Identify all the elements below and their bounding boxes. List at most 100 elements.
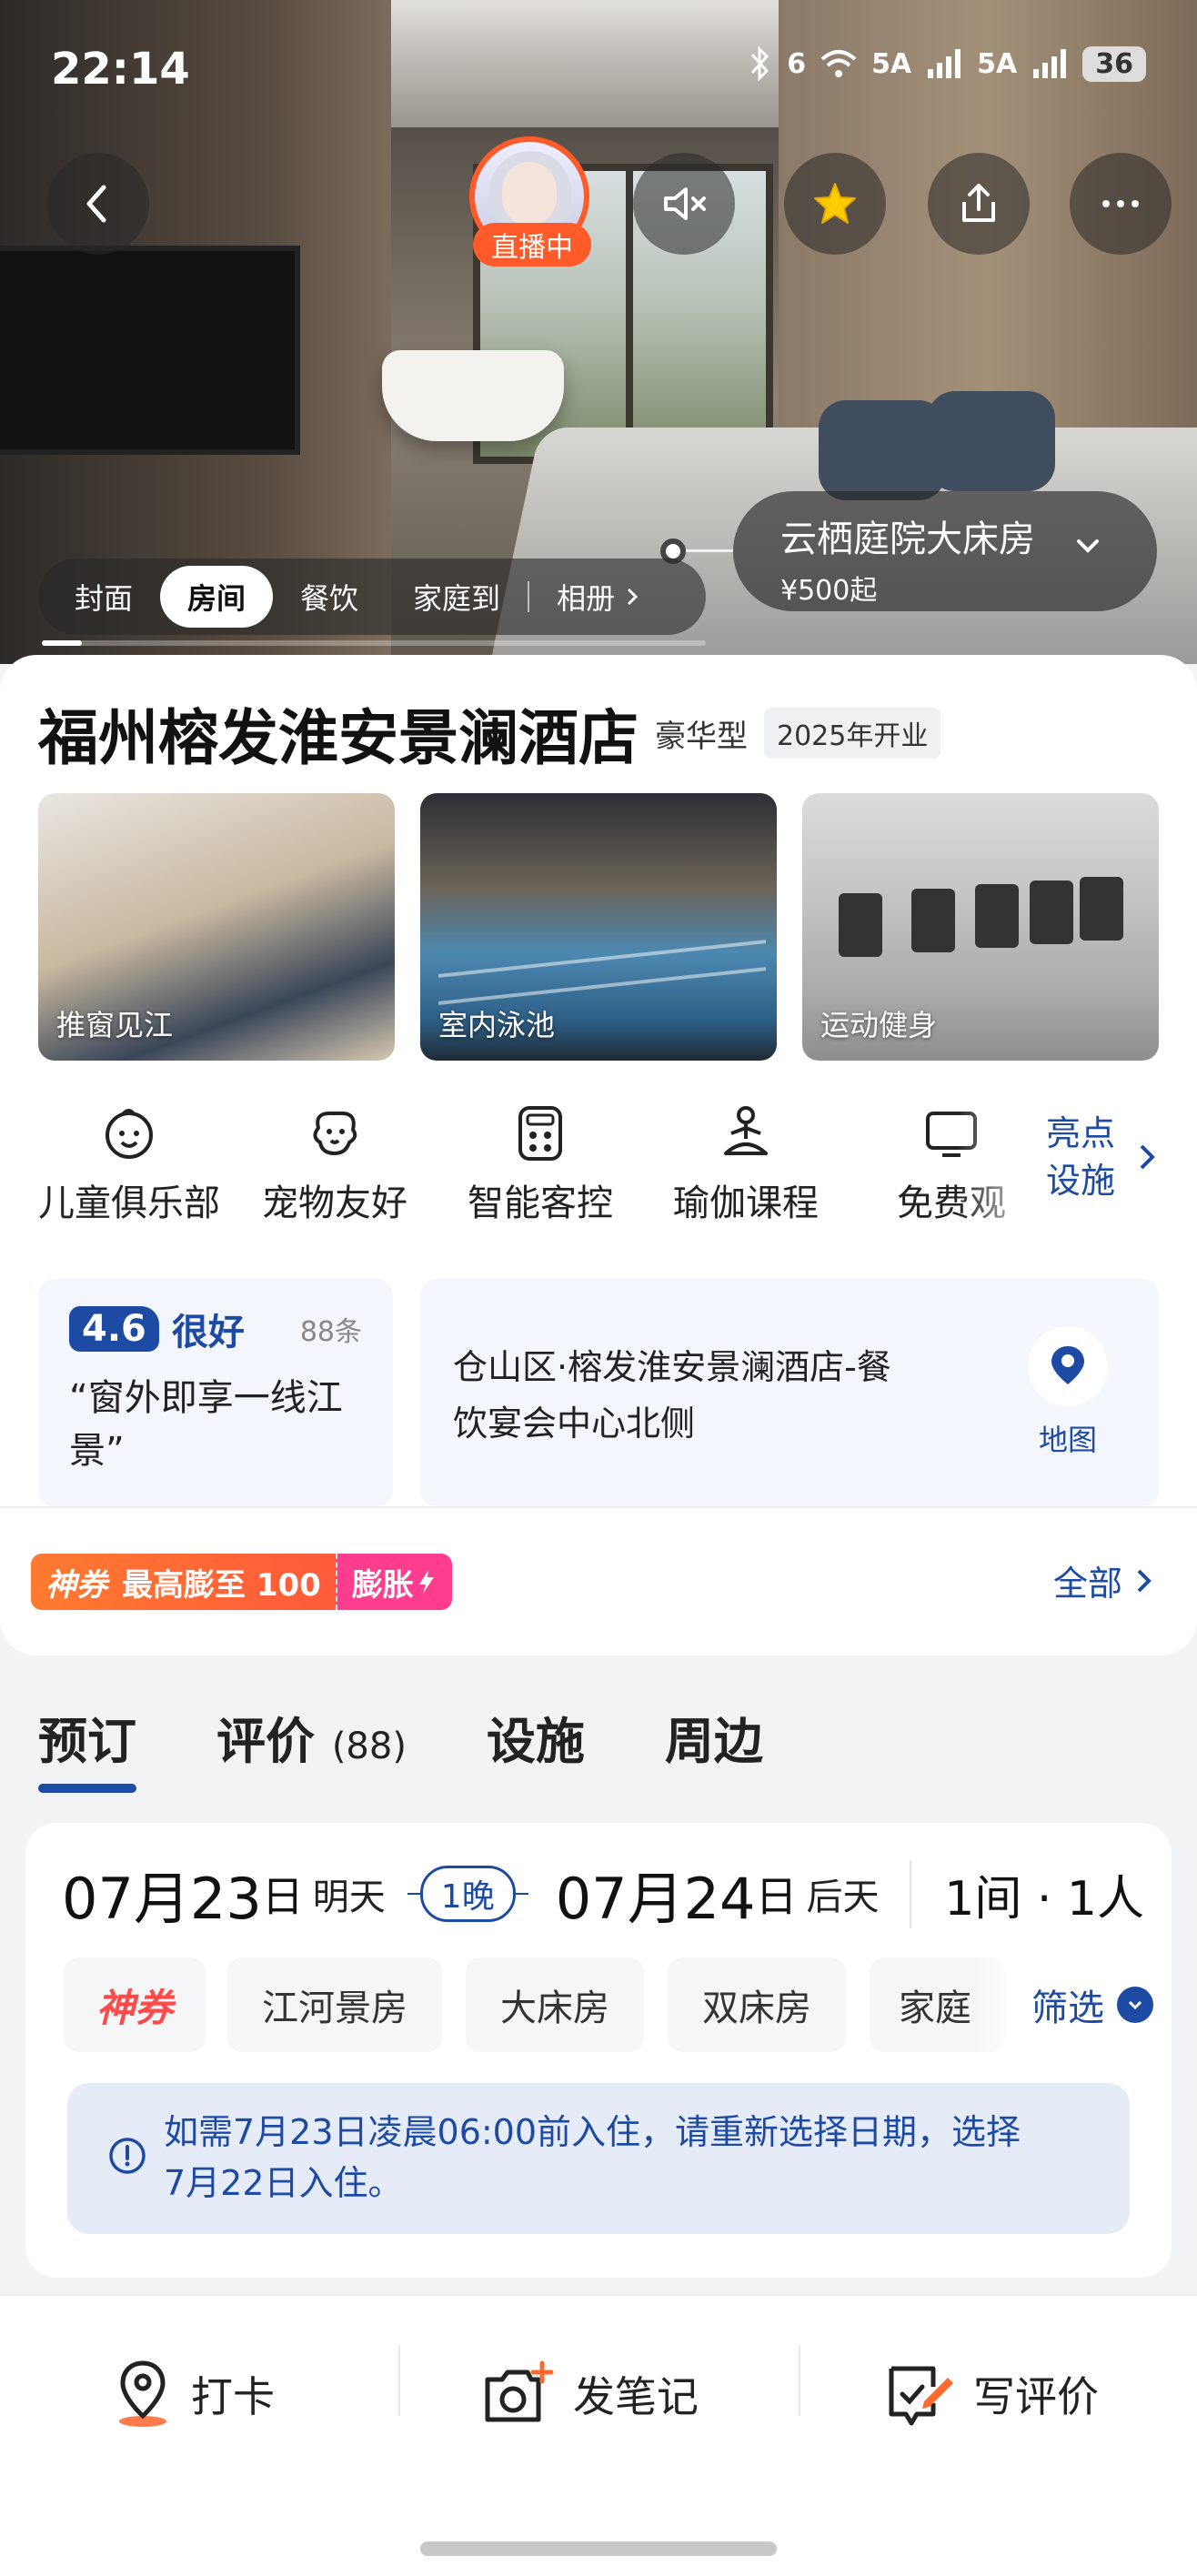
checkin-action-label: 打卡 [191, 2372, 275, 2421]
mute-button[interactable] [633, 153, 735, 255]
hero-gallery[interactable]: 22:14 6 5A 5A 36 直播中 云栖庭院大床房 ¥500起 封面 房间… [0, 0, 1197, 664]
guest-selector[interactable]: 1间 · 1人 [910, 1859, 1144, 1928]
hero-photo-pillow [819, 400, 946, 500]
hero-tab-cover[interactable]: 封面 [47, 566, 160, 628]
rating-card[interactable]: 4.6 很好 88条 “窗外即享一线江 景” [38, 1279, 393, 1506]
photo-indoor-pool[interactable]: 室内泳池 [420, 793, 777, 1061]
coupon-badge[interactable]: 神券 最高膨至 100 膨胀 [31, 1554, 452, 1610]
rating-word: 很好 [171, 1312, 245, 1353]
nights-line [407, 1893, 420, 1895]
back-arrow-icon [86, 185, 106, 223]
smart-control-icon [518, 1106, 562, 1161]
photo-river-view[interactable]: 推窗见江 [38, 793, 395, 1061]
chevron-right-icon [628, 588, 639, 606]
coupon-all-link[interactable]: 全部 [1053, 1555, 1155, 1605]
checkin-action[interactable]: 打卡 [111, 2340, 275, 2449]
tab-label: 设施 [486, 1713, 585, 1770]
hero-tab-family[interactable]: 家庭到 [386, 566, 528, 628]
divider [799, 2345, 800, 2416]
speaker-muted-icon [664, 187, 706, 220]
battery-icon: 36 [1082, 45, 1146, 82]
divider [0, 1506, 1197, 1508]
address-text: 仓山区·榕发淮安景澜酒店-餐 饮宴会中心北侧 [453, 1339, 962, 1452]
amenity-fade [957, 1101, 1057, 1237]
hero-tab-album[interactable]: 相册 [529, 566, 671, 628]
hero-tab-rooms[interactable]: 房间 [160, 566, 274, 628]
divider [398, 2345, 400, 2416]
address-card[interactable]: 仓山区·榕发淮安景澜酒店-餐 饮宴会中心北侧 地图 [420, 1279, 1159, 1506]
hotel-name: 福州榕发淮安景澜酒店 [38, 703, 639, 773]
checkin-date[interactable]: 07月23 [62, 1853, 262, 1935]
hero-gallery-tabs: 封面 房间 餐饮 家庭到 相册 [38, 558, 706, 635]
hotel-grade: 豪华型 [655, 718, 748, 755]
treadmill [975, 884, 1019, 948]
filter-chip-king-room[interactable]: 大床房 [466, 1957, 644, 2052]
home-indicator[interactable] [420, 2541, 777, 2556]
filter-button[interactable]: 筛选 [977, 1957, 1153, 2052]
hotspot-line [686, 549, 733, 552]
avatar-face [502, 162, 557, 226]
signal-icon [1033, 49, 1067, 78]
notice-text: 如需7月23日凌晨06:00前入住，请重新选择日期，选择 7月22日入住。 [164, 2107, 1093, 2209]
rating-score: 4.6 [69, 1306, 159, 1352]
filter-chip-river-view[interactable]: 江河景房 [227, 1957, 442, 2052]
highlight-facilities-link[interactable]: 亮点 设施 [1046, 1110, 1155, 1204]
post-note-action[interactable]: 发笔记 [482, 2340, 699, 2449]
hero-tab-dining[interactable]: 餐饮 [273, 566, 386, 628]
hero-progress-fill [42, 640, 82, 646]
share-button[interactable] [928, 153, 1030, 255]
coupon-tag: 神券 [45, 1566, 107, 1604]
amenity-pet-friendly[interactable]: 宠物友好 [244, 1101, 426, 1226]
review-count: 88条 [299, 1316, 362, 1348]
chevron-right-icon [1137, 1569, 1152, 1592]
signal-icon [928, 49, 961, 78]
tab-label: 预订 [38, 1713, 136, 1770]
tab-booking[interactable]: 预订 [38, 1701, 136, 1793]
photo-gym[interactable]: 运动健身 [802, 793, 1159, 1061]
address-line: 饮宴会中心北侧 [453, 1404, 696, 1444]
date-selector[interactable]: 07月23 日 明天 1晚 07月24 日 后天 1间 · 1人 [62, 1857, 1144, 1932]
status-time: 22:14 [51, 44, 190, 95]
hero-photo-bathtub [382, 350, 564, 441]
filter-chip-twin-room[interactable]: 双床房 [668, 1957, 846, 2052]
live-badge[interactable]: 直播中 [473, 223, 591, 267]
favorite-button[interactable] [784, 153, 886, 255]
room-filter-row: 神券 江河景房 大床房 双床房 家庭 筛选 [64, 1957, 1155, 2052]
map-pin-button [1028, 1326, 1108, 1406]
rating-head: 4.6 很好 88条 [69, 1303, 362, 1355]
amenity-label: 宠物友好 [262, 1182, 407, 1224]
amenity-list: 儿童俱乐部 宠物友好 智能客控 瑜伽课程 免费观 亮点 设施 [38, 1101, 1159, 1237]
nights-count: 1晚 [419, 1866, 516, 1922]
notice-line: 如需7月23日凌晨06:00前入住，请重新选择日期，选择 [164, 2112, 1021, 2152]
bottom-action-bar: 打卡 发笔记 写评价 [0, 2294, 1197, 2576]
checkin-notice: 如需7月23日凌晨06:00前入住，请重新选择日期，选择 7月22日入住。 [67, 2083, 1130, 2234]
post-note-label: 发笔记 [573, 2372, 699, 2421]
map-button[interactable]: 地图 [1028, 1326, 1108, 1459]
booking-card: 07月23 日 明天 1晚 07月24 日 后天 1间 · 1人 神券 江河景房… [25, 1823, 1172, 2278]
tab-facilities[interactable]: 设施 [487, 1701, 585, 1787]
tab-reviews[interactable]: 评价 (88) [216, 1701, 407, 1787]
chevron-down-icon [1077, 539, 1099, 553]
review-quote-line: 景” [69, 1430, 125, 1472]
more-line-1: 亮点 [1046, 1113, 1116, 1153]
wifi-label: 6 [787, 47, 807, 80]
amenity-smart-control[interactable]: 智能客控 [449, 1101, 631, 1226]
amenity-yoga[interactable]: 瑜伽课程 [655, 1101, 837, 1226]
tab-label: 评价 [216, 1713, 315, 1770]
checkout-date[interactable]: 07月24 [556, 1853, 756, 1935]
checkout-unit: 日 [755, 1872, 798, 1921]
hotel-info-card: 福州榕发淮安景澜酒店 豪华型 2025年开业 推窗见江 室内泳池 运动健身 儿童… [0, 655, 1197, 1655]
coupon-main: 神券 最高膨至 100 [31, 1554, 336, 1610]
amenity-kids-club[interactable]: 儿童俱乐部 [38, 1101, 220, 1226]
tab-nearby[interactable]: 周边 [665, 1701, 763, 1787]
signal-label-2: 5A [977, 47, 1018, 80]
checkin-relative: 明天 [312, 1877, 386, 1918]
write-review-action[interactable]: 写评价 [884, 2340, 1099, 2449]
coupon-row[interactable]: 神券 最高膨至 100 膨胀 [31, 1554, 452, 1610]
more-button[interactable] [1070, 153, 1172, 255]
room-type-pill[interactable]: 云栖庭院大床房 ¥500起 [733, 491, 1157, 611]
filter-chip-coupon[interactable]: 神券 [64, 1957, 206, 2052]
child-face-icon [106, 1109, 153, 1159]
back-button[interactable] [47, 153, 149, 255]
lightning-arrow-icon [418, 1570, 434, 1594]
